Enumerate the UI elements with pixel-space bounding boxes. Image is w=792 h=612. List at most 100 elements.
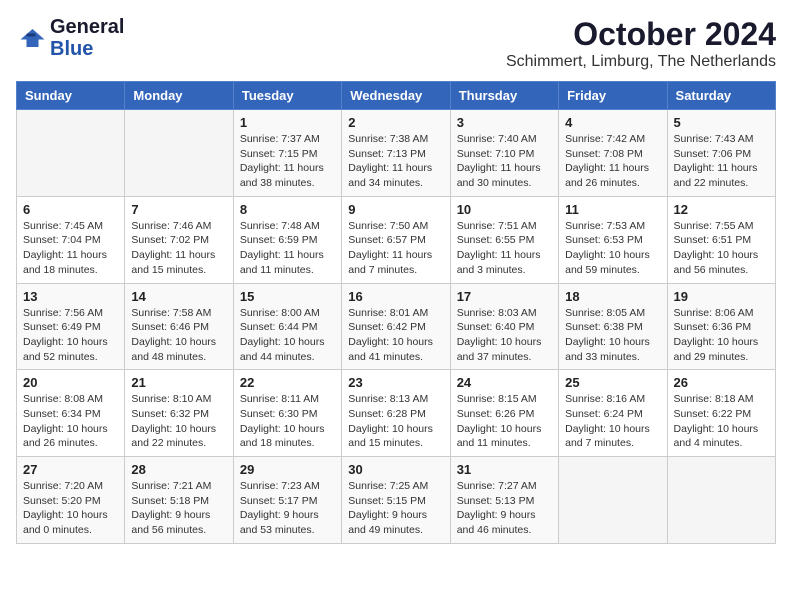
- day-number: 29: [240, 462, 335, 477]
- day-number: 3: [457, 115, 552, 130]
- day-detail: Sunrise: 8:05 AMSunset: 6:38 PMDaylight:…: [565, 306, 660, 365]
- day-detail: Sunrise: 7:58 AMSunset: 6:46 PMDaylight:…: [131, 306, 226, 365]
- day-detail: Sunrise: 8:18 AMSunset: 6:22 PMDaylight:…: [674, 392, 769, 451]
- calendar-cell: 26 Sunrise: 8:18 AMSunset: 6:22 PMDayligh…: [667, 370, 775, 457]
- day-detail: Sunrise: 7:37 AMSunset: 7:15 PMDaylight:…: [240, 132, 335, 191]
- day-number: 2: [348, 115, 443, 130]
- calendar-cell: 6 Sunrise: 7:45 AMSunset: 7:04 PMDaylight…: [17, 196, 125, 283]
- location-title: Schimmert, Limburg, The Netherlands: [506, 53, 776, 71]
- calendar-cell: 15 Sunrise: 8:00 AMSunset: 6:44 PMDayligh…: [233, 283, 341, 370]
- day-detail: Sunrise: 7:50 AMSunset: 6:57 PMDaylight:…: [348, 219, 443, 278]
- calendar-cell: 16 Sunrise: 8:01 AMSunset: 6:42 PMDayligh…: [342, 283, 450, 370]
- calendar-cell: 25 Sunrise: 8:16 AMSunset: 6:24 PMDayligh…: [559, 370, 667, 457]
- day-number: 16: [348, 289, 443, 304]
- day-number: 10: [457, 202, 552, 217]
- calendar-cell: [667, 457, 775, 544]
- day-number: 7: [131, 202, 226, 217]
- day-number: 22: [240, 375, 335, 390]
- day-detail: Sunrise: 7:23 AMSunset: 5:17 PMDaylight:…: [240, 479, 335, 538]
- day-detail: Sunrise: 8:03 AMSunset: 6:40 PMDaylight:…: [457, 306, 552, 365]
- calendar-cell: 9 Sunrise: 7:50 AMSunset: 6:57 PMDaylight…: [342, 196, 450, 283]
- day-number: 31: [457, 462, 552, 477]
- day-detail: Sunrise: 8:11 AMSunset: 6:30 PMDaylight:…: [240, 392, 335, 451]
- day-detail: Sunrise: 7:46 AMSunset: 7:02 PMDaylight:…: [131, 219, 226, 278]
- calendar-cell: 7 Sunrise: 7:46 AMSunset: 7:02 PMDaylight…: [125, 196, 233, 283]
- day-detail: Sunrise: 7:25 AMSunset: 5:15 PMDaylight:…: [348, 479, 443, 538]
- calendar-cell: [559, 457, 667, 544]
- calendar-cell: 18Sunrise: 8:05 AMSunset: 6:38 PMDayligh…: [559, 283, 667, 370]
- day-detail: Sunrise: 7:38 AMSunset: 7:13 PMDaylight:…: [348, 132, 443, 191]
- calendar-cell: 28Sunrise: 7:21 AMSunset: 5:18 PMDayligh…: [125, 457, 233, 544]
- logo-general: General: [50, 16, 124, 38]
- day-number: 6: [23, 202, 118, 217]
- weekday-header: Wednesday: [342, 82, 450, 110]
- day-number: 25: [565, 375, 660, 390]
- calendar-cell: 1 Sunrise: 7:37 AMSunset: 7:15 PMDaylight…: [233, 110, 341, 197]
- day-number: 1: [240, 115, 335, 130]
- calendar-cell: 20Sunrise: 8:08 AMSunset: 6:34 PMDayligh…: [17, 370, 125, 457]
- calendar-week-row: 20Sunrise: 8:08 AMSunset: 6:34 PMDayligh…: [17, 370, 776, 457]
- day-number: 24: [457, 375, 552, 390]
- day-detail: Sunrise: 7:55 AMSunset: 6:51 PMDaylight:…: [674, 219, 769, 278]
- day-detail: Sunrise: 7:53 AMSunset: 6:53 PMDaylight:…: [565, 219, 660, 278]
- calendar-cell: 27 Sunrise: 7:20 AMSunset: 5:20 PMDayligh…: [17, 457, 125, 544]
- day-number: 30: [348, 462, 443, 477]
- weekday-header: Tuesday: [233, 82, 341, 110]
- day-number: 5: [674, 115, 769, 130]
- calendar-week-row: 1 Sunrise: 7:37 AMSunset: 7:15 PMDaylight…: [17, 110, 776, 197]
- calendar-cell: 21 Sunrise: 8:10 AMSunset: 6:32 PMDayligh…: [125, 370, 233, 457]
- day-detail: Sunrise: 7:40 AMSunset: 7:10 PMDaylight:…: [457, 132, 552, 191]
- day-number: 12: [674, 202, 769, 217]
- calendar-cell: 13Sunrise: 7:56 AMSunset: 6:49 PMDayligh…: [17, 283, 125, 370]
- day-number: 26: [674, 375, 769, 390]
- day-number: 21: [131, 375, 226, 390]
- day-number: 19: [674, 289, 769, 304]
- calendar-cell: 12 Sunrise: 7:55 AMSunset: 6:51 PMDayligh…: [667, 196, 775, 283]
- day-detail: Sunrise: 8:16 AMSunset: 6:24 PMDaylight:…: [565, 392, 660, 451]
- month-title: October 2024: [506, 16, 776, 53]
- weekday-header: Thursday: [450, 82, 558, 110]
- calendar-cell: 19Sunrise: 8:06 AMSunset: 6:36 PMDayligh…: [667, 283, 775, 370]
- weekday-header: Sunday: [17, 82, 125, 110]
- day-number: 4: [565, 115, 660, 130]
- day-number: 27: [23, 462, 118, 477]
- day-detail: Sunrise: 7:27 AMSunset: 5:13 PMDaylight:…: [457, 479, 552, 538]
- calendar-cell: 2 Sunrise: 7:38 AMSunset: 7:13 PMDaylight…: [342, 110, 450, 197]
- weekday-header: Saturday: [667, 82, 775, 110]
- calendar-cell: 24 Sunrise: 8:15 AMSunset: 6:26 PMDayligh…: [450, 370, 558, 457]
- calendar-cell: 3 Sunrise: 7:40 AMSunset: 7:10 PMDaylight…: [450, 110, 558, 197]
- calendar-week-row: 6 Sunrise: 7:45 AMSunset: 7:04 PMDaylight…: [17, 196, 776, 283]
- calendar-cell: [125, 110, 233, 197]
- day-detail: Sunrise: 7:42 AMSunset: 7:08 PMDaylight:…: [565, 132, 660, 191]
- day-detail: Sunrise: 7:20 AMSunset: 5:20 PMDaylight:…: [23, 479, 118, 538]
- day-detail: Sunrise: 8:00 AMSunset: 6:44 PMDaylight:…: [240, 306, 335, 365]
- day-number: 15: [240, 289, 335, 304]
- calendar-cell: 29 Sunrise: 7:23 AMSunset: 5:17 PMDayligh…: [233, 457, 341, 544]
- day-number: 11: [565, 202, 660, 217]
- calendar-week-row: 27 Sunrise: 7:20 AMSunset: 5:20 PMDayligh…: [17, 457, 776, 544]
- calendar-cell: 5Sunrise: 7:43 AMSunset: 7:06 PMDaylight…: [667, 110, 775, 197]
- calendar-cell: 31 Sunrise: 7:27 AMSunset: 5:13 PMDayligh…: [450, 457, 558, 544]
- calendar-table: SundayMondayTuesdayWednesdayThursdayFrid…: [16, 81, 776, 544]
- day-number: 9: [348, 202, 443, 217]
- day-number: 13: [23, 289, 118, 304]
- logo-blue: Blue: [50, 38, 93, 60]
- calendar-cell: 4 Sunrise: 7:42 AMSunset: 7:08 PMDaylight…: [559, 110, 667, 197]
- day-detail: Sunrise: 8:01 AMSunset: 6:42 PMDaylight:…: [348, 306, 443, 365]
- day-detail: Sunrise: 7:48 AMSunset: 6:59 PMDaylight:…: [240, 219, 335, 278]
- day-detail: Sunrise: 7:51 AMSunset: 6:55 PMDaylight:…: [457, 219, 552, 278]
- day-detail: Sunrise: 8:10 AMSunset: 6:32 PMDaylight:…: [131, 392, 226, 451]
- day-detail: Sunrise: 7:45 AMSunset: 7:04 PMDaylight:…: [23, 219, 118, 278]
- page-header: General Blue October 2024 Schimmert, Lim…: [16, 16, 776, 71]
- calendar-cell: 11 Sunrise: 7:53 AMSunset: 6:53 PMDayligh…: [559, 196, 667, 283]
- day-number: 23: [348, 375, 443, 390]
- weekday-header: Friday: [559, 82, 667, 110]
- calendar-cell: 8 Sunrise: 7:48 AMSunset: 6:59 PMDaylight…: [233, 196, 341, 283]
- logo-icon: [16, 23, 46, 53]
- weekday-header: Monday: [125, 82, 233, 110]
- day-detail: Sunrise: 8:15 AMSunset: 6:26 PMDaylight:…: [457, 392, 552, 451]
- day-number: 8: [240, 202, 335, 217]
- day-number: 14: [131, 289, 226, 304]
- calendar-cell: [17, 110, 125, 197]
- calendar-week-row: 13Sunrise: 7:56 AMSunset: 6:49 PMDayligh…: [17, 283, 776, 370]
